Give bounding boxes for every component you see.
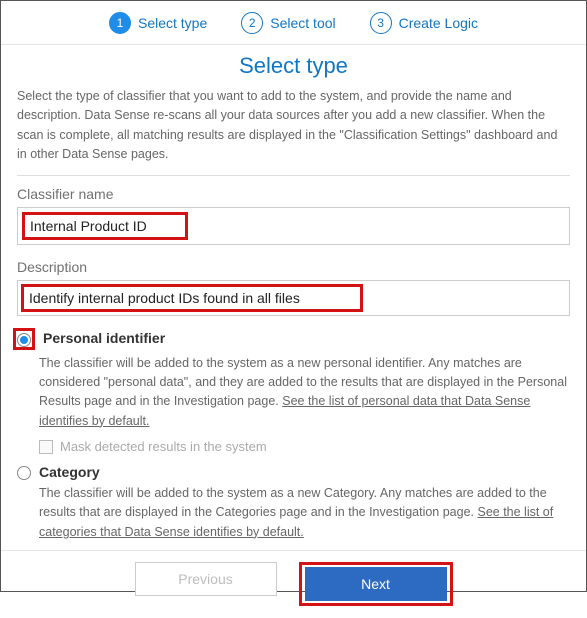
step-select-type[interactable]: 1 Select type <box>109 12 207 34</box>
option-category: Category The classifier will be added to… <box>17 464 570 542</box>
step-label: Create Logic <box>399 15 478 31</box>
highlight-box <box>21 284 363 312</box>
mask-results-label: Mask detected results in the system <box>60 439 267 454</box>
step-select-tool[interactable]: 2 Select tool <box>241 12 335 34</box>
divider <box>17 175 570 176</box>
step-label: Select type <box>138 15 207 31</box>
main-panel: Select type Select the type of classifie… <box>1 45 586 542</box>
option-personal-identifier: Personal identifier The classifier will … <box>17 330 570 455</box>
description-field: Description <box>17 259 570 316</box>
classifier-name-label: Classifier name <box>17 186 570 202</box>
step-create-logic[interactable]: 3 Create Logic <box>370 12 478 34</box>
next-button[interactable]: Next <box>305 567 447 601</box>
page-title: Select type <box>17 53 570 79</box>
classifier-name-field: Classifier name <box>17 186 570 245</box>
classifier-name-input[interactable] <box>26 216 184 236</box>
step-label: Select tool <box>270 15 335 31</box>
radio-category[interactable] <box>17 466 31 480</box>
wizard-stepper: 1 Select type 2 Select tool 3 Create Log… <box>1 1 586 45</box>
highlight-box: Next <box>299 562 453 606</box>
option-description: The classifier will be added to the syst… <box>39 354 570 432</box>
mask-results-row: Mask detected results in the system <box>39 439 570 454</box>
step-number-icon: 2 <box>241 12 263 34</box>
previous-button[interactable]: Previous <box>135 562 277 596</box>
step-number-icon: 1 <box>109 12 131 34</box>
option-description: The classifier will be added to the syst… <box>39 484 570 542</box>
radio-personal-identifier[interactable] <box>17 333 31 347</box>
mask-results-checkbox[interactable] <box>39 440 53 454</box>
step-number-icon: 3 <box>370 12 392 34</box>
wizard-footer: Previous Next <box>1 550 586 618</box>
description-label: Description <box>17 259 570 275</box>
highlight-box <box>22 212 188 240</box>
option-title: Personal identifier <box>43 330 165 346</box>
intro-text: Select the type of classifier that you w… <box>17 87 570 165</box>
description-input[interactable] <box>25 288 359 308</box>
option-title: Category <box>39 464 100 480</box>
highlight-box <box>13 328 35 350</box>
